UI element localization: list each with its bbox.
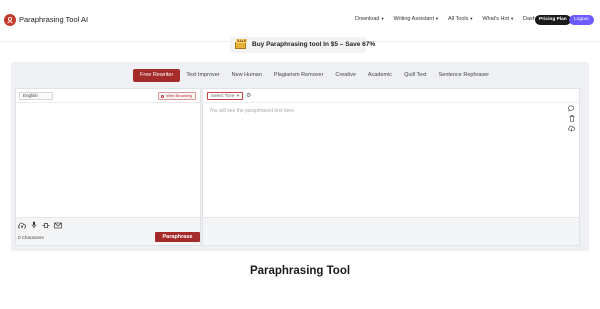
mode-tabs: Free Rewriter Text Improver New Human Pl… bbox=[133, 69, 495, 82]
tab-sentence-rephraser[interactable]: Sentence Rephraser bbox=[433, 69, 495, 82]
nav-whats-hot[interactable]: What's Hot▼ bbox=[482, 16, 514, 22]
microphone-icon[interactable] bbox=[30, 221, 38, 229]
input-panel: English Web Browsing 0 Characters Paraph… bbox=[15, 88, 201, 246]
pricing-plan-button[interactable]: Pricing Plan bbox=[535, 15, 571, 25]
tab-academic[interactable]: Academic bbox=[362, 69, 398, 82]
chevron-down-icon: ▼ bbox=[510, 16, 515, 21]
download-cloud-icon[interactable] bbox=[568, 125, 575, 132]
web-browsing-label: Web Browsing bbox=[166, 93, 192, 98]
top-navbar: Paraphrasing Tool AI Download▼ Writing A… bbox=[0, 0, 600, 42]
nav-writing-assistant[interactable]: Writing Assistant▼ bbox=[393, 16, 439, 22]
promo-banner[interactable]: SALE Buy Paraphrasing tool In $5 – Save … bbox=[230, 37, 375, 53]
chevron-down-icon: ▼ bbox=[236, 93, 240, 98]
gift-icon: SALE bbox=[235, 39, 248, 49]
tab-new-human[interactable]: New Human bbox=[226, 69, 268, 82]
chevron-down-icon: ▼ bbox=[469, 16, 474, 21]
tab-creative[interactable]: Creative bbox=[329, 69, 361, 82]
promo-text: Buy Paraphrasing tool In $5 – Save 67% bbox=[252, 41, 376, 48]
tone-select-label: Select Tone bbox=[211, 93, 235, 98]
output-tools bbox=[568, 105, 575, 132]
sale-badge: SALE bbox=[236, 39, 248, 43]
web-browsing-toggle[interactable]: Web Browsing bbox=[158, 92, 196, 100]
chevron-down-icon: ▼ bbox=[435, 16, 439, 21]
brand-name[interactable]: Paraphrasing Tool AI bbox=[19, 15, 88, 24]
output-placeholder: You will see the paraphrased text here bbox=[209, 108, 294, 114]
main-nav: Download▼ Writing Assistant▼ All Tools▼ … bbox=[355, 16, 559, 22]
chevron-down-icon: ▼ bbox=[380, 16, 385, 21]
input-footer: 0 Characters Paraphrase bbox=[16, 217, 200, 245]
language-select[interactable]: English bbox=[19, 92, 53, 100]
output-panel: Select Tone ▼ ⚙ You will see the paraphr… bbox=[202, 88, 580, 246]
paraphrase-button[interactable]: Paraphrase bbox=[155, 232, 200, 242]
divider bbox=[203, 102, 579, 103]
brand-logo-icon[interactable] bbox=[4, 14, 16, 26]
logout-button[interactable]: Logout bbox=[569, 15, 594, 25]
tab-plagiarism-remover[interactable]: Plagiarism Remover bbox=[268, 69, 330, 82]
mail-icon[interactable] bbox=[54, 221, 62, 229]
globe-icon bbox=[161, 94, 165, 98]
tone-select[interactable]: Select Tone ▼ bbox=[207, 92, 243, 100]
nav-download[interactable]: Download▼ bbox=[355, 16, 384, 22]
input-textarea[interactable] bbox=[16, 103, 200, 218]
upload-cloud-icon[interactable] bbox=[18, 221, 26, 229]
ai-detector-icon[interactable] bbox=[42, 221, 50, 229]
paraphraser-panel: Free Rewriter Text Improver New Human Pl… bbox=[11, 62, 589, 251]
settings-icon[interactable]: ⚙ bbox=[246, 92, 251, 99]
tab-free-rewriter[interactable]: Free Rewriter bbox=[133, 69, 181, 82]
trash-icon[interactable] bbox=[568, 115, 575, 122]
nav-all-tools[interactable]: All Tools▼ bbox=[448, 16, 473, 22]
input-tools bbox=[18, 221, 62, 229]
tab-text-improver[interactable]: Text Improver bbox=[180, 69, 225, 82]
tab-quill-text[interactable]: Quill Text bbox=[398, 69, 433, 82]
page-title: Paraphrasing Tool bbox=[249, 265, 351, 277]
character-count: 0 Characters bbox=[18, 235, 44, 240]
comment-icon[interactable] bbox=[568, 105, 575, 112]
output-footer bbox=[203, 217, 579, 245]
